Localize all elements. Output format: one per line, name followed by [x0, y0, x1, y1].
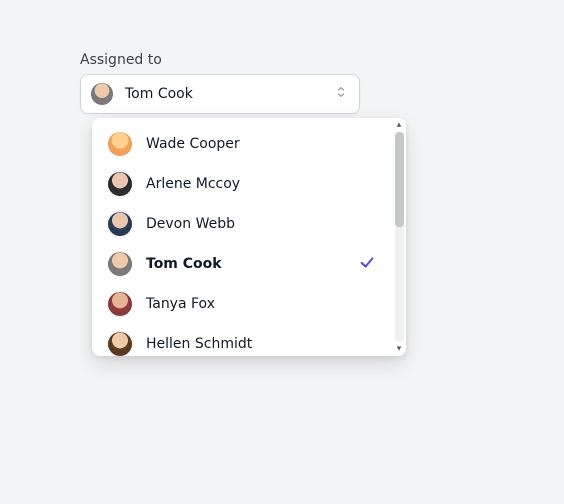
scroll-thumb[interactable] [395, 132, 404, 227]
assignee-option[interactable]: Devon Webb [92, 204, 392, 244]
assignee-option[interactable]: Tanya Fox [92, 284, 392, 324]
assignee-option[interactable]: Wade Cooper [92, 124, 392, 164]
option-name: Devon Webb [146, 216, 235, 232]
option-avatar [108, 172, 132, 196]
chevron-up-down-icon [333, 84, 349, 104]
option-name: Tanya Fox [146, 296, 215, 312]
selected-name: Tom Cook [125, 86, 193, 102]
option-avatar [108, 212, 132, 236]
option-avatar [108, 292, 132, 316]
option-avatar [108, 252, 132, 276]
scrollbar[interactable]: ▴ ▾ [392, 118, 406, 356]
assignee-option[interactable]: Arlene Mccoy [92, 164, 392, 204]
assignee-select-trigger[interactable]: Tom Cook [80, 74, 360, 114]
option-name: Wade Cooper [146, 136, 240, 152]
option-name: Tom Cook [146, 256, 222, 272]
option-avatar [108, 332, 132, 356]
option-name: Hellen Schmidt [146, 336, 252, 352]
option-name: Arlene Mccoy [146, 176, 240, 192]
assignee-option-list: Wade Cooper Arlene Mccoy Devon Webb Tom Coo… [92, 118, 392, 356]
assignee-dropdown-panel: Wade Cooper Arlene Mccoy Devon Webb Tom Coo… [92, 118, 406, 356]
check-icon [358, 253, 376, 275]
field-label: Assigned to [80, 52, 360, 68]
assignee-option[interactable]: Tom Cook [92, 244, 392, 284]
option-avatar [108, 132, 132, 156]
selected-avatar [91, 83, 113, 105]
assignee-option[interactable]: Hellen Schmidt [92, 324, 392, 356]
scroll-up-arrow-icon[interactable]: ▴ [392, 120, 406, 130]
scroll-down-arrow-icon[interactable]: ▾ [392, 344, 406, 354]
